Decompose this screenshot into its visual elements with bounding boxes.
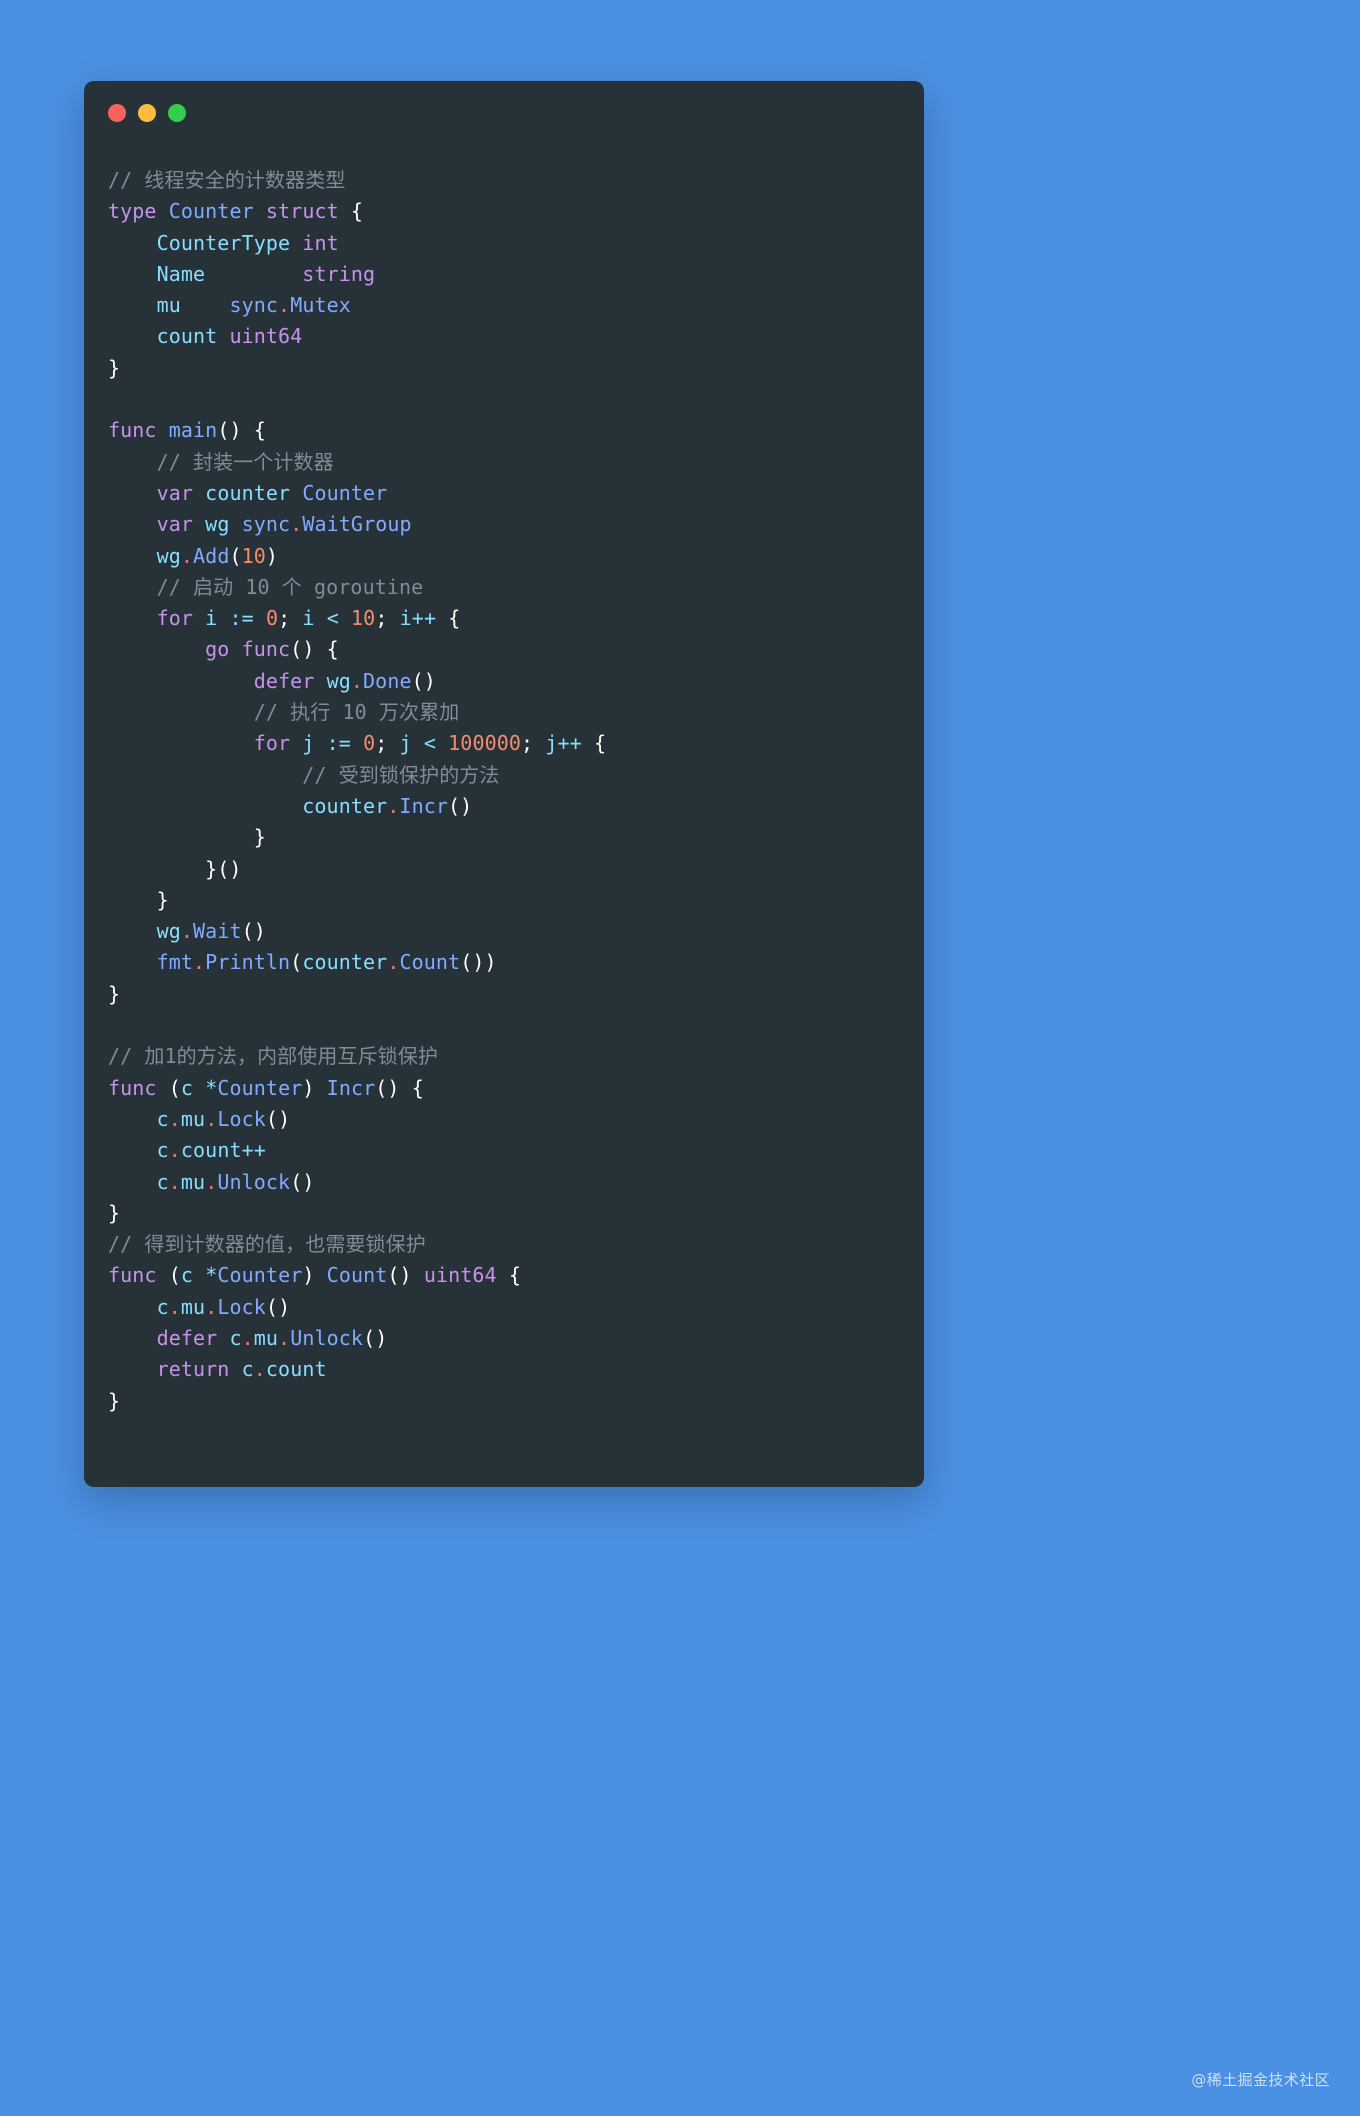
code-block[interactable]: // 线程安全的计数器类型 type Counter struct { Coun… bbox=[108, 165, 898, 1417]
page-root: // 线程安全的计数器类型 type Counter struct { Coun… bbox=[0, 0, 1360, 2116]
window-titlebar bbox=[84, 81, 924, 145]
minimize-button-icon[interactable] bbox=[138, 104, 156, 122]
code-area[interactable]: // 线程安全的计数器类型 type Counter struct { Coun… bbox=[84, 145, 924, 1487]
code-window: // 线程安全的计数器类型 type Counter struct { Coun… bbox=[84, 81, 924, 1487]
close-button-icon[interactable] bbox=[108, 104, 126, 122]
watermark-label: @稀土掘金技术社区 bbox=[1191, 2071, 1330, 2089]
maximize-button-icon[interactable] bbox=[168, 104, 186, 122]
